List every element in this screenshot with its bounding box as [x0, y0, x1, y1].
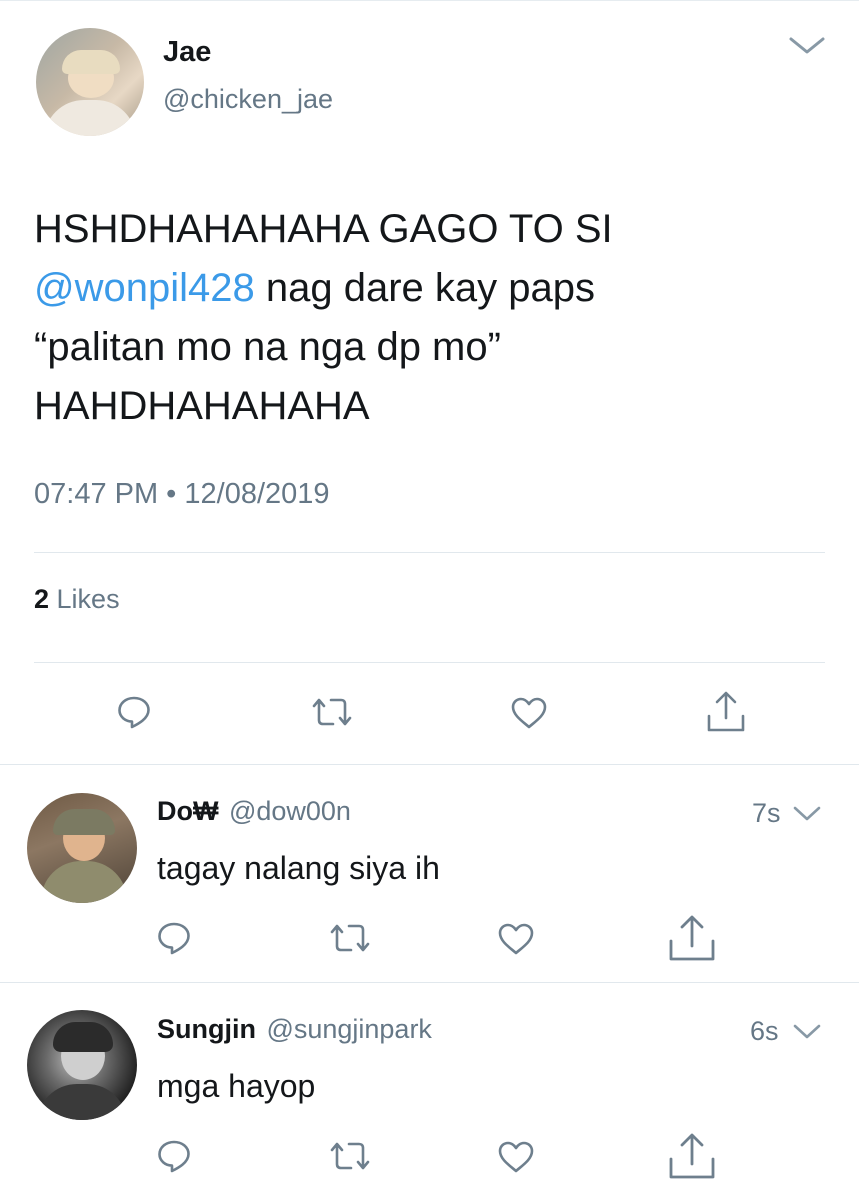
reply-header: Do₩ @dow00n	[157, 796, 351, 827]
retweet-button[interactable]	[310, 696, 354, 728]
retweet-icon	[330, 924, 370, 952]
divider	[0, 982, 859, 983]
reply-text: tagay nalang siya ih	[157, 850, 440, 886]
reply-avatar[interactable]	[27, 1010, 137, 1120]
reply-author-name[interactable]: Do₩	[157, 796, 218, 826]
like-button[interactable]	[497, 1140, 535, 1174]
retweet-icon	[312, 698, 352, 726]
share-button[interactable]	[706, 690, 746, 734]
share-icon	[669, 1133, 715, 1179]
speech-bubble-icon	[158, 922, 190, 955]
share-button[interactable]	[668, 1132, 716, 1180]
reply-author-handle[interactable]: @dow00n	[229, 796, 351, 826]
tweet-text-line-1: HSHDHAHAHAHA GAGO TO SI	[34, 207, 613, 251]
retweet-button[interactable]	[328, 922, 372, 954]
reply-button[interactable]	[156, 920, 192, 956]
likes-label: Likes	[49, 584, 120, 614]
top-border	[0, 0, 859, 1]
divider	[0, 764, 859, 765]
like-button[interactable]	[510, 696, 548, 730]
reply-button[interactable]	[156, 1138, 192, 1174]
tweet-timestamp[interactable]: 07:47 PM • 12/08/2019	[34, 478, 330, 511]
likes-stat[interactable]: 2 Likes	[34, 584, 120, 615]
tweet-text-line-2-rest: nag dare kay paps	[254, 266, 595, 310]
tweet-text-line-3: “palitan mo na nga dp mo”	[34, 325, 501, 369]
speech-bubble-icon	[118, 696, 150, 729]
reply-text: mga hayop	[157, 1068, 316, 1104]
reply-button[interactable]	[116, 694, 152, 730]
heart-icon	[511, 697, 547, 729]
reply-header: Sungjin @sungjinpark	[157, 1014, 432, 1045]
share-button[interactable]	[668, 914, 716, 962]
chevron-down-icon[interactable]	[788, 36, 826, 56]
author-avatar[interactable]	[36, 28, 144, 136]
reply-author-handle[interactable]: @sungjinpark	[266, 1014, 432, 1044]
retweet-button[interactable]	[328, 1140, 372, 1172]
reply-avatar[interactable]	[27, 793, 137, 903]
author-name[interactable]: Jae	[163, 36, 211, 69]
author-handle[interactable]: @chicken_jae	[163, 84, 333, 115]
chevron-down-icon[interactable]	[792, 1023, 822, 1041]
speech-bubble-icon	[158, 1140, 190, 1173]
heart-icon	[498, 923, 534, 955]
reply-time: 6s	[750, 1016, 779, 1046]
heart-icon	[498, 1141, 534, 1173]
tweet-text-line-4: HAHDHAHAHAHA	[34, 384, 370, 428]
reply-time: 7s	[752, 798, 781, 828]
chevron-down-icon[interactable]	[792, 805, 822, 823]
like-button[interactable]	[497, 922, 535, 956]
tweet-text: HSHDHAHAHAHA GAGO TO SI @wonpil428 nag d…	[34, 200, 834, 436]
likes-count: 2	[34, 584, 50, 614]
retweet-icon	[330, 1142, 370, 1170]
tweet-text-line-2: @wonpil428 nag dare kay paps	[34, 259, 834, 318]
share-icon	[707, 691, 745, 732]
mention-link[interactable]: @wonpil428	[34, 266, 255, 310]
share-icon	[669, 915, 715, 961]
divider	[34, 552, 825, 553]
reply-author-name[interactable]: Sungjin	[157, 1014, 256, 1044]
divider	[34, 662, 825, 663]
